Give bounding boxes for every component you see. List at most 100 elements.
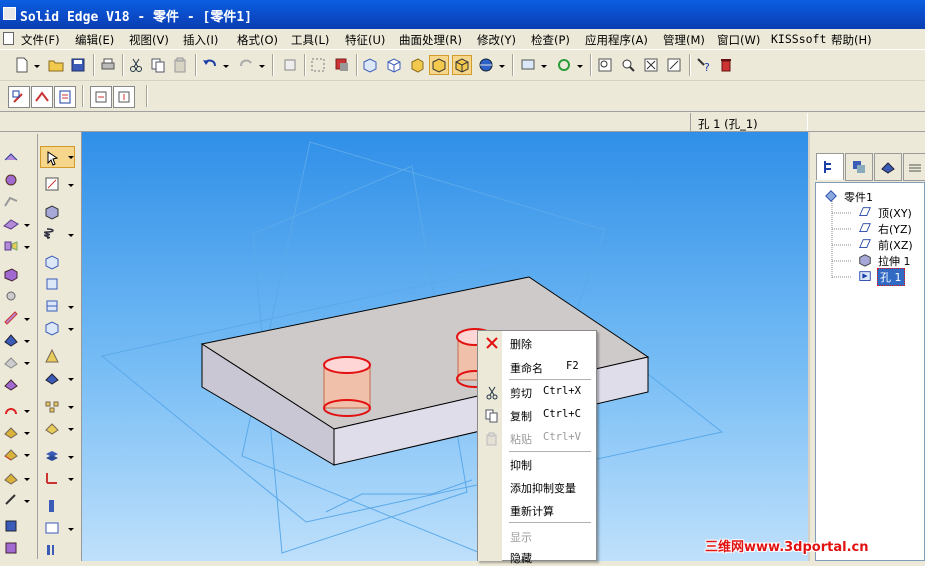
sensors-tab[interactable] [903,153,925,181]
chamfer-tool-dropdown-icon[interactable] [68,328,74,331]
save-icon[interactable] [68,55,88,75]
loft-dropdown-icon[interactable] [24,246,30,249]
copy-icon[interactable] [148,55,168,75]
cm-recompute[interactable]: 重新计算 [510,503,554,519]
profile-icon[interactable] [31,86,53,108]
thin-region-icon[interactable] [44,348,60,364]
cm-delete[interactable]: 删除 [510,336,532,352]
menu-kisssoft[interactable]: KISSsoft [771,32,826,46]
tree-root-label[interactable]: 零件1 [844,189,873,205]
menu-surfacing[interactable]: 曲面处理(R) [399,32,462,48]
rib-icon[interactable] [3,376,19,392]
menu-window[interactable]: 窗口(W) [717,32,760,48]
render-dropdown-icon[interactable] [499,65,505,68]
paste-icon[interactable] [170,55,190,75]
undo-dropdown-icon[interactable] [223,65,229,68]
menu-inspect[interactable]: 检查(P) [531,32,570,48]
mirror-icon[interactable] [3,424,19,440]
zoom-area-icon[interactable] [618,55,638,75]
shell-tool-icon[interactable] [44,370,60,386]
feature-a-icon[interactable] [90,86,112,108]
vent-dropdown-icon[interactable] [24,500,30,503]
hole-tool-icon[interactable] [44,276,60,292]
chamfer-icon[interactable] [3,310,19,326]
loft-icon[interactable] [3,238,19,254]
cut-icon[interactable] [126,55,146,75]
property-icon[interactable] [54,86,76,108]
shell-tool-dropdown-icon[interactable] [68,378,74,381]
web-network-icon[interactable] [3,446,19,462]
delete-icon[interactable] [716,55,736,75]
print-icon[interactable] [98,55,118,75]
tree-item-hole-selected[interactable]: 孔 1 [877,268,905,286]
sketch-plane-tool-icon[interactable] [44,498,60,514]
select-tools-icon[interactable] [332,55,352,75]
sketch-tool-dropdown-icon[interactable] [68,184,74,187]
tree-item-front[interactable]: 前(XZ) [878,237,913,253]
menu-insert[interactable]: 插入(I) [183,32,218,48]
menu-view[interactable]: 视图(V) [129,32,169,48]
web-network-dropdown-icon[interactable] [24,454,30,457]
ref-plane-tool-dropdown-icon[interactable] [68,456,74,459]
cm-paste[interactable]: 粘贴 [510,431,532,447]
family-tab[interactable] [874,153,902,181]
cm-add-suppress-variable[interactable]: 添加抑制变量 [510,480,576,496]
sketch-icon[interactable] [8,86,30,108]
menu-modify[interactable]: 修改(Y) [477,32,516,48]
mirror-dropdown-icon[interactable] [24,432,30,435]
pattern-tool-icon[interactable] [44,398,60,414]
tree-item-right[interactable]: 右(YZ) [878,221,912,237]
ref-axis-tool-dropdown-icon[interactable] [68,528,74,531]
view-style-dropdown-icon[interactable] [541,65,547,68]
document-icon[interactable] [3,32,14,45]
menu-format[interactable]: 格式(O) [237,32,278,48]
ref-axis-tool-icon[interactable] [44,520,60,536]
render-sphere-icon[interactable] [476,55,496,75]
protrusion-icon[interactable] [3,150,19,166]
graphics-viewport[interactable] [82,132,808,561]
mounting-boss-icon[interactable] [3,518,19,534]
shaded-visible-icon[interactable] [452,55,472,75]
cm-suppress[interactable]: 抑制 [510,457,532,473]
helix-tool-dropdown-icon[interactable] [68,234,74,237]
revolve-icon[interactable] [3,172,19,188]
helix-tool-icon[interactable] [44,226,60,242]
menu-file[interactable]: 文件(F) [21,32,60,48]
thin-wall-icon[interactable] [3,354,19,370]
draft-dropdown-icon[interactable] [24,340,30,343]
ref-plane-tool-icon[interactable] [44,448,60,464]
pattern-icon[interactable] [3,402,19,418]
sweep-icon[interactable] [3,194,19,210]
select-icon[interactable] [308,55,328,75]
ref-point-tool-icon[interactable] [44,542,60,558]
menu-tools[interactable]: 工具(L) [291,32,329,48]
extrude-tool-icon[interactable] [44,204,60,220]
tree-item-extrude[interactable]: 拉伸 1 [878,253,911,269]
pattern-dropdown-icon[interactable] [24,410,30,413]
fit-icon[interactable] [595,55,615,75]
hole-icon[interactable] [3,266,19,282]
vent-icon[interactable] [3,492,19,508]
menu-edit[interactable]: 编辑(E) [75,32,114,48]
whats-this-icon[interactable]: ? [694,55,714,75]
menu-manage[interactable]: 管理(M) [663,32,705,48]
rotate-dropdown-icon[interactable] [577,65,583,68]
menu-help[interactable]: 帮助(H) [831,32,872,48]
cm-hide[interactable]: 隐藏 [510,550,532,566]
round-tool-dropdown-icon[interactable] [68,306,74,309]
round-tool-icon[interactable] [44,298,60,314]
menu-features[interactable]: 特征(U) [345,32,385,48]
thin-wall-dropdown-icon[interactable] [24,362,30,365]
draft-icon[interactable] [3,332,19,348]
cm-cut[interactable]: 剪切 [510,385,532,401]
chamfer-tool-icon[interactable] [44,320,60,336]
lip-dropdown-icon[interactable] [24,478,30,481]
round-icon[interactable] [3,288,19,304]
menu-applications[interactable]: 应用程序(A) [585,32,648,48]
lip-icon[interactable] [3,470,19,486]
redo-icon[interactable] [236,55,256,75]
coord-system-tool-dropdown-icon[interactable] [68,478,74,481]
coord-system-tool-icon[interactable] [44,470,60,486]
new-dropdown-icon[interactable] [34,65,40,68]
select-tool-dropdown-icon[interactable] [68,156,74,159]
